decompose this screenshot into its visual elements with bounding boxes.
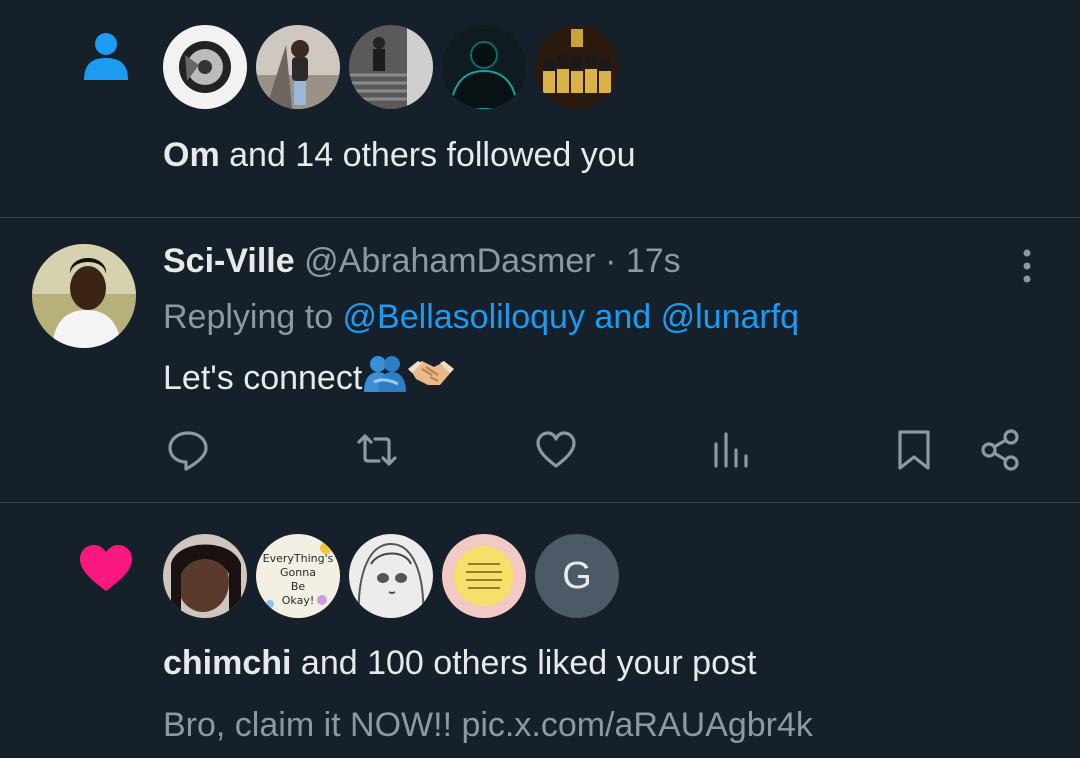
svg-text:Gonna: Gonna (280, 566, 316, 579)
heart-icon (78, 543, 134, 598)
replying-to: Replying to @Bellasoliloquy and @lunarfq (163, 296, 799, 338)
mention-link[interactable]: @lunarfq (661, 298, 799, 336)
display-name[interactable]: Sci-Ville (163, 242, 295, 280)
avatar[interactable] (535, 25, 619, 109)
reply-icon[interactable] (166, 428, 210, 472)
views-icon[interactable] (710, 428, 754, 472)
avatar[interactable] (442, 534, 526, 618)
like-icon[interactable] (534, 428, 578, 472)
replying-prefix: Replying to (163, 298, 343, 336)
follower-avatars (163, 25, 619, 109)
tweet-header: Sci-Ville @AbrahamDasmer · 17s (163, 240, 681, 282)
liked-post-preview[interactable]: Bro, claim it NOW!! pic.x.com/aRAUAgbr4k (163, 704, 813, 746)
svg-text:Be: Be (291, 580, 306, 593)
avatar[interactable] (163, 534, 247, 618)
timestamp[interactable]: 17s (626, 242, 681, 280)
follow-notification[interactable]: Om and 14 others followed you (0, 0, 1080, 217)
more-options-icon[interactable] (1012, 247, 1042, 285)
avatar[interactable] (442, 25, 526, 109)
avatar[interactable] (163, 25, 247, 109)
person-icon (82, 31, 130, 86)
avatar[interactable]: EveryThing's Gonna Be Okay! (256, 534, 340, 618)
mention-link[interactable]: @Bellasoliloquy (343, 298, 585, 336)
like-summary: chimchi and 100 others liked your post (163, 643, 756, 683)
avatar[interactable] (32, 244, 136, 348)
actor-name[interactable]: chimchi (163, 644, 291, 682)
share-icon[interactable] (979, 428, 1023, 472)
avatar[interactable] (349, 25, 433, 109)
avatar[interactable] (349, 534, 433, 618)
svg-text:Okay!: Okay! (282, 594, 315, 607)
handshake-emoji (408, 357, 455, 399)
bookmark-icon[interactable] (892, 428, 936, 472)
follow-summary: Om and 14 others followed you (163, 135, 636, 175)
handle[interactable]: @AbrahamDasmer (304, 242, 596, 280)
tweet-text: Let's connect (163, 354, 455, 402)
avatar[interactable]: G (535, 534, 619, 618)
avatar[interactable] (256, 25, 340, 109)
people-hugging-emoji (364, 354, 407, 402)
separator: · (595, 242, 626, 280)
svg-text:EveryThing's: EveryThing's (263, 552, 334, 565)
avatar-letter: G (562, 554, 592, 597)
liker-avatars: EveryThing's Gonna Be Okay! G (163, 534, 619, 618)
actor-name[interactable]: Om (163, 136, 220, 174)
tweet-body: Let's connect (163, 359, 363, 397)
mention-joiner: and (584, 298, 661, 336)
summary-text: and 100 others liked your post (291, 644, 757, 682)
retweet-icon[interactable] (355, 428, 399, 472)
summary-text: and 14 others followed you (219, 136, 636, 174)
